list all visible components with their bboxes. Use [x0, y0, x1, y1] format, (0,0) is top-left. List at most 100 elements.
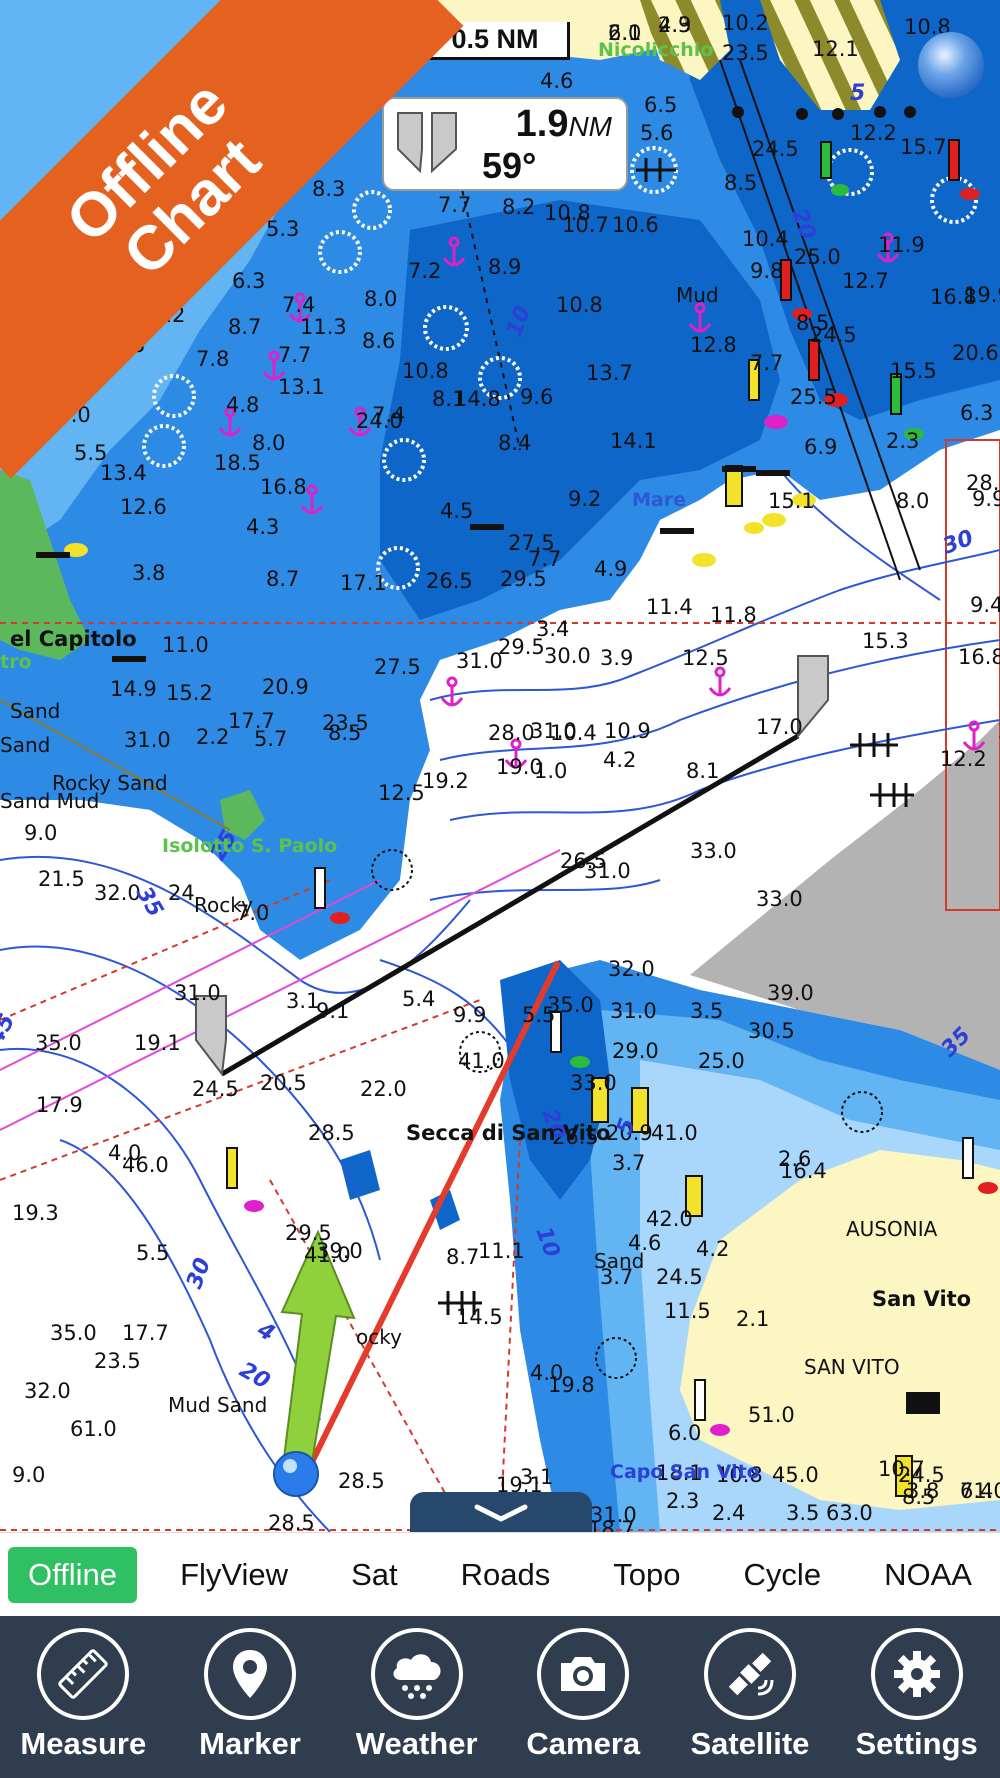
- depth-sounding: 42.0: [646, 1207, 693, 1231]
- depth-sounding: 1.0: [534, 759, 567, 783]
- depth-sounding: 10.6: [612, 213, 659, 237]
- depth-sounding: 6.3: [232, 269, 265, 293]
- depth-sounding: 41.0: [458, 1049, 505, 1073]
- depth-sounding: 17.7: [122, 1321, 169, 1345]
- depth-sounding: 8.4: [498, 431, 531, 455]
- depth-sounding: 31.0: [456, 649, 503, 673]
- place-el-capitolo: el Capitolo: [10, 627, 137, 651]
- depth-sounding: 7.7: [750, 351, 783, 375]
- depth-sounding: 24.0: [356, 409, 403, 433]
- camera-button[interactable]: Camera: [503, 1628, 663, 1762]
- depth-sounding: 11.0: [162, 633, 209, 657]
- depth-sounding: 25.0: [794, 245, 841, 269]
- collapse-panel-button[interactable]: [410, 1492, 592, 1532]
- place-tro: tro: [0, 651, 32, 673]
- seabed-rocky: Rocky: [194, 893, 253, 917]
- settings-button[interactable]: Settings: [837, 1628, 997, 1762]
- depth-sounding: 9.2: [568, 487, 601, 511]
- depth-sounding: 4.2: [603, 748, 636, 772]
- depth-sounding: 31.0: [530, 719, 577, 743]
- layer-tab-sat[interactable]: Sat: [331, 1547, 418, 1603]
- depth-sounding: 9.0: [12, 1463, 45, 1487]
- depth-sounding: 8.3: [312, 177, 345, 201]
- depth-sounding: 12.2: [850, 121, 897, 145]
- depth-sounding: 12.1: [812, 37, 859, 61]
- depth-sounding: 17.1: [340, 571, 387, 595]
- layer-tab-roads[interactable]: Roads: [441, 1547, 571, 1603]
- depth-sounding: 10.7: [562, 213, 609, 237]
- depth-sounding: 3.7: [612, 1151, 645, 1175]
- measure-pins-icon: [397, 112, 457, 173]
- depth-sounding: 9.8: [750, 259, 783, 283]
- depth-sounding: 35.0: [35, 1031, 82, 1055]
- depth-sounding: 8.7: [446, 1245, 479, 1269]
- depth-sounding: 8.7: [266, 567, 299, 591]
- layer-tab-topo[interactable]: Topo: [593, 1547, 700, 1603]
- depth-sounding: 12.7: [842, 269, 889, 293]
- place-isolotto: Isolotto S. Paolo: [162, 835, 337, 857]
- depth-sounding: 13.7: [586, 361, 633, 385]
- depth-sounding: 9.0: [24, 821, 57, 845]
- place-san-vito-upper: SAN VITO: [804, 1355, 900, 1379]
- seabed-mud: Mud: [676, 283, 719, 307]
- depth-sounding: 7.7: [278, 343, 311, 367]
- depth-sounding: 31.0: [584, 859, 631, 883]
- satellite-button[interactable]: Satellite: [670, 1628, 830, 1762]
- depth-sounding: 19.9: [964, 283, 1000, 307]
- depth-sounding: 28.0: [488, 721, 535, 745]
- depth-sounding: 32.0: [24, 1379, 71, 1403]
- ruler-icon: [37, 1628, 130, 1720]
- depth-sounding: 10.2: [722, 11, 769, 35]
- depth-sounding: 9.1: [316, 999, 349, 1023]
- depth-sounding: 61.0: [70, 1417, 117, 1441]
- depth-sounding: 2.1: [736, 1307, 769, 1331]
- depth-sounding: 8.5: [328, 721, 361, 745]
- seabed-sand-3: Sand: [594, 1249, 644, 1273]
- place-ausonia: AUSONIA: [846, 1217, 938, 1241]
- measure-button[interactable]: Measure: [3, 1628, 163, 1762]
- seabed-sand-mud: Sand Mud: [0, 789, 99, 813]
- globe-icon[interactable]: [918, 32, 984, 98]
- nautical-chart-map[interactable]: 2.62.73.92.12.910.210.812.123.54.66.55.9…: [0, 0, 1000, 1532]
- depth-sounding: 12.2: [940, 747, 987, 771]
- depth-sounding: 4.6: [540, 69, 573, 93]
- depth-sounding: 6.9: [804, 435, 837, 459]
- depth-sounding: 46.0: [122, 1153, 169, 1177]
- depth-sounding: 20.5: [260, 1071, 307, 1095]
- measurement-readout[interactable]: 1.9NM 59°: [382, 97, 628, 191]
- depth-sounding: 15.1: [768, 489, 815, 513]
- weather-button[interactable]: Weather: [337, 1628, 497, 1762]
- depth-sounding: 11.5: [664, 1299, 711, 1323]
- depth-sounding: 32.0: [608, 957, 655, 981]
- depth-sounding: 16.8: [958, 645, 1000, 669]
- depth-sounding: 39.0: [767, 981, 814, 1005]
- depth-sounding: 8.7: [228, 315, 261, 339]
- depth-sounding: 7.4: [282, 293, 315, 317]
- depth-sounding: 10.7: [878, 1457, 925, 1481]
- depth-sounding: 8.6: [362, 329, 395, 353]
- depth-sounding: 35.0: [50, 1321, 97, 1345]
- depth-sounding: 2.6: [778, 1147, 811, 1171]
- layer-tab-offline[interactable]: Offline: [8, 1546, 138, 1603]
- depth-sounding: 4.5: [440, 499, 473, 523]
- depth-sounding: 3.5: [690, 999, 723, 1023]
- layer-tab-noaa[interactable]: NOAA: [864, 1547, 992, 1603]
- depth-sounding: 10.9: [604, 719, 651, 743]
- depth-sounding: 15.7: [900, 135, 947, 159]
- weather-label: Weather: [355, 1726, 478, 1761]
- depth-sounding: 25.5: [790, 385, 837, 409]
- layer-tab-cycle[interactable]: Cycle: [724, 1547, 842, 1603]
- depth-sounding: 31.0: [124, 728, 171, 752]
- depth-sounding: 2.3: [886, 429, 919, 453]
- camera-label: Camera: [526, 1726, 641, 1761]
- depth-sounding: 8.0: [896, 489, 929, 513]
- depth-sounding: 33.0: [570, 1071, 617, 1095]
- depth-sounding: 26.5: [426, 569, 473, 593]
- seabed-mud-sand: Mud Sand: [168, 1393, 267, 1417]
- depth-sounding: 39.0: [316, 1239, 363, 1263]
- layer-tab-flyview[interactable]: FlyView: [160, 1547, 308, 1603]
- depth-sounding: 11.8: [710, 603, 757, 627]
- depth-sounding: 10.8: [402, 359, 449, 383]
- marker-button[interactable]: Marker: [170, 1628, 330, 1762]
- depth-sounding: 15.3: [862, 629, 909, 653]
